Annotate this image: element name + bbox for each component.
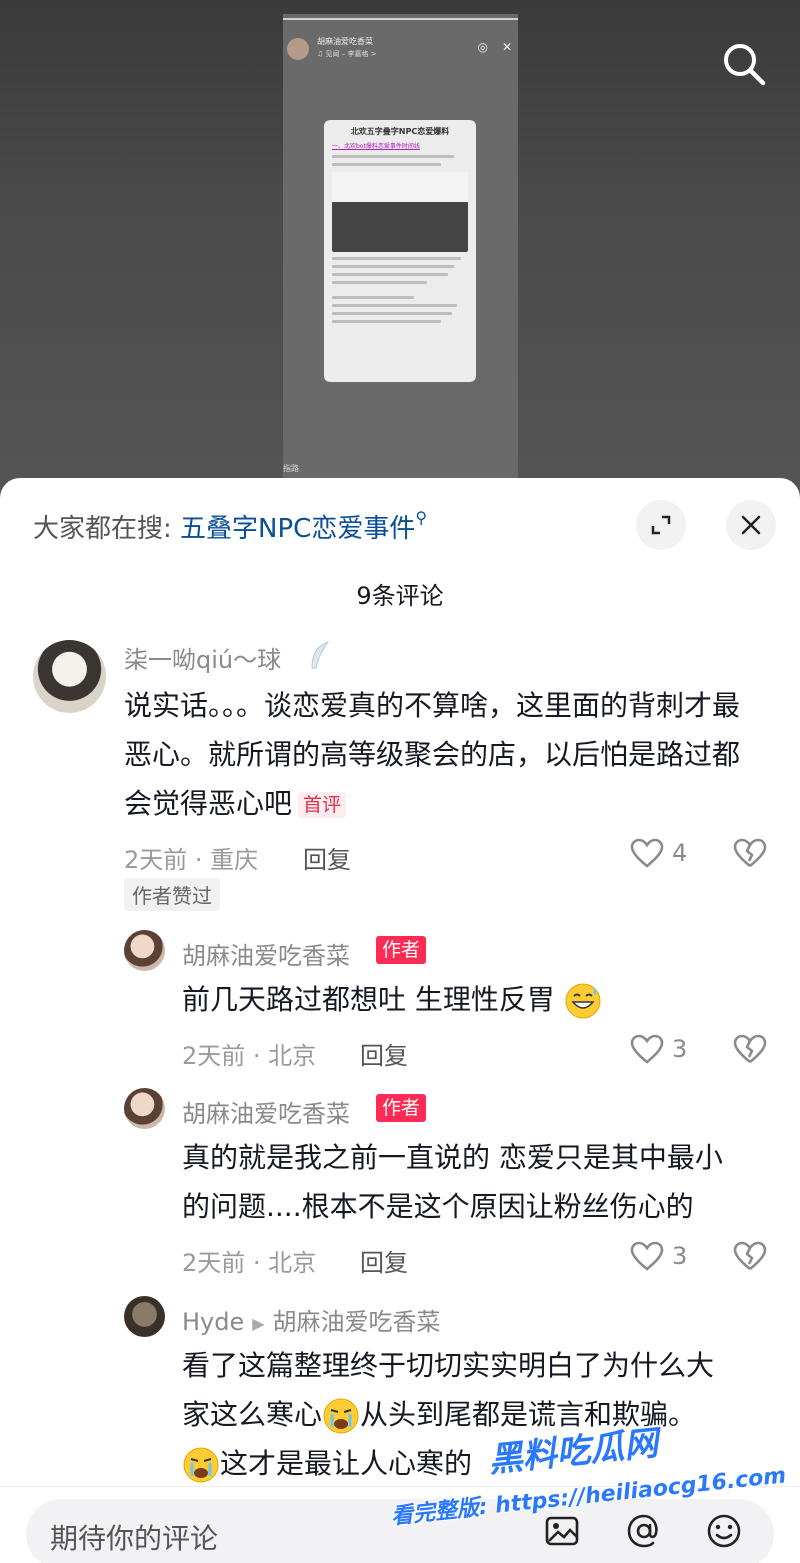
camera-icon[interactable]: ◎ bbox=[477, 40, 487, 54]
like-count: 4 bbox=[672, 839, 688, 867]
broken-heart-icon bbox=[733, 838, 767, 868]
video-background: 胡麻油爱吃香菜 ♫ 见闻 – 李嘉格 > ◎ ✕ 北欢五字叠字NPC恋爱爆料 一… bbox=[0, 0, 800, 500]
reply-button[interactable]: 回复 bbox=[360, 1036, 408, 1071]
reply-author[interactable]: Hyde bbox=[182, 1308, 244, 1336]
trending-search-keyword[interactable]: 五叠字NPC恋爱事件 bbox=[180, 514, 415, 544]
comment-username[interactable]: 胡麻油爱吃香菜 bbox=[182, 1094, 350, 1129]
author-liked-badge: 作者赞过 bbox=[124, 878, 220, 911]
like-button[interactable]: 3 bbox=[630, 1241, 687, 1271]
close-button[interactable] bbox=[726, 500, 776, 550]
first-comment-badge: 首评 bbox=[298, 792, 347, 818]
expand-icon bbox=[651, 515, 671, 535]
comment-username[interactable]: 胡麻油爱吃香菜 bbox=[182, 936, 350, 971]
crying-emoji bbox=[323, 1398, 359, 1434]
image-button[interactable] bbox=[542, 1511, 582, 1551]
comment-meta: 2天前 · 北京 bbox=[182, 1042, 317, 1070]
reply-arrow-icon: ▶ bbox=[252, 1313, 265, 1333]
grinning-sweat-emoji bbox=[565, 983, 601, 1019]
at-icon bbox=[627, 1514, 658, 1548]
comment-sheet: 大家都在搜: 五叠字NPC恋爱事件⚲ 9条评论 柒一呦qiú～球 说实话。。。谈… bbox=[0, 478, 800, 1563]
feather-icon bbox=[311, 641, 330, 669]
comment-text: 说实话。。。谈恋爱真的不算啥，这里面的背刺才最恶心。就所谓的高等级聚会的店，以后… bbox=[124, 689, 741, 820]
document-subtitle: 一、北欢bot爆料恋爱事件时间线 bbox=[332, 143, 420, 150]
video-header: 胡麻油爱吃香菜 ♫ 见闻 – 李嘉格 > ◎ ✕ bbox=[287, 36, 514, 66]
document-title: 北欢五字叠字NPC恋爱爆料 bbox=[350, 127, 450, 136]
image-icon bbox=[545, 1516, 579, 1546]
dislike-button[interactable] bbox=[733, 1241, 767, 1275]
search-small-icon: ⚲ bbox=[415, 508, 428, 527]
author-badge: 作者 bbox=[376, 1094, 427, 1122]
close-icon bbox=[741, 515, 761, 535]
crying-emoji bbox=[183, 1447, 219, 1483]
dislike-button[interactable] bbox=[733, 838, 767, 872]
comment-text: 前几天路过都想吐 生理性反胃 bbox=[182, 975, 742, 1024]
trending-search[interactable]: 大家都在搜: 五叠字NPC恋爱事件⚲ bbox=[33, 508, 427, 545]
reply-button[interactable]: 回复 bbox=[360, 1243, 408, 1278]
like-count: 3 bbox=[672, 1035, 688, 1063]
reply-button[interactable]: 回复 bbox=[303, 840, 351, 875]
close-icon[interactable]: ✕ bbox=[502, 40, 512, 54]
document-image: 北欢五字叠字NPC恋爱爆料 一、北欢bot爆料恋爱事件时间线 bbox=[324, 120, 476, 382]
like-button[interactable]: 4 bbox=[630, 838, 687, 868]
search-button[interactable] bbox=[718, 38, 770, 90]
expand-button[interactable] bbox=[636, 500, 686, 550]
heart-icon bbox=[630, 1241, 664, 1271]
video-preview[interactable]: 胡麻油爱吃香菜 ♫ 见闻 – 李嘉格 > ◎ ✕ 北欢五字叠字NPC恋爱爆料 一… bbox=[283, 14, 518, 480]
avatar[interactable] bbox=[124, 930, 165, 971]
broken-heart-icon bbox=[733, 1241, 767, 1271]
search-icon bbox=[724, 44, 766, 86]
dislike-button[interactable] bbox=[733, 1034, 767, 1068]
comment-username[interactable]: Hyde ▶ 胡麻油爱吃香菜 bbox=[182, 1302, 441, 1337]
comment-text: 真的就是我之前一直说的 恋爱只是其中最小 的问题....根本不是这个原因让粉丝伤… bbox=[182, 1141, 723, 1223]
avatar[interactable] bbox=[124, 1088, 165, 1129]
comment-count: 9条评论 bbox=[356, 582, 444, 610]
video-author-name: 胡麻油爱吃香菜 bbox=[317, 37, 373, 46]
video-author-avatar bbox=[287, 38, 309, 60]
comment-meta: 2天前 · 北京 bbox=[182, 1249, 317, 1277]
mention-button[interactable] bbox=[624, 1511, 664, 1551]
emoji-button[interactable] bbox=[704, 1511, 744, 1551]
smiley-icon bbox=[707, 1514, 741, 1548]
like-button[interactable]: 3 bbox=[630, 1034, 687, 1064]
reply-target[interactable]: 胡麻油爱吃香菜 bbox=[273, 1308, 441, 1336]
video-music: ♫ 见闻 – 李嘉格 > bbox=[317, 50, 377, 58]
document-screenshot bbox=[332, 172, 468, 252]
like-count: 3 bbox=[672, 1242, 688, 1270]
avatar[interactable] bbox=[33, 640, 106, 713]
heart-icon bbox=[630, 1034, 664, 1064]
comment-username[interactable]: 柒一呦qiú～球 bbox=[124, 640, 281, 675]
trending-search-prefix: 大家都在搜: bbox=[33, 514, 181, 544]
avatar[interactable] bbox=[124, 1296, 165, 1337]
comment-input-placeholder: 期待你的评论 bbox=[50, 1522, 219, 1555]
comment-meta: 2天前 · 重庆 bbox=[124, 846, 259, 874]
broken-heart-icon bbox=[733, 1034, 767, 1064]
video-footer-text: 指路 bbox=[283, 464, 299, 473]
video-progress-bar bbox=[283, 18, 518, 20]
heart-icon bbox=[630, 838, 664, 868]
author-badge: 作者 bbox=[376, 936, 427, 964]
